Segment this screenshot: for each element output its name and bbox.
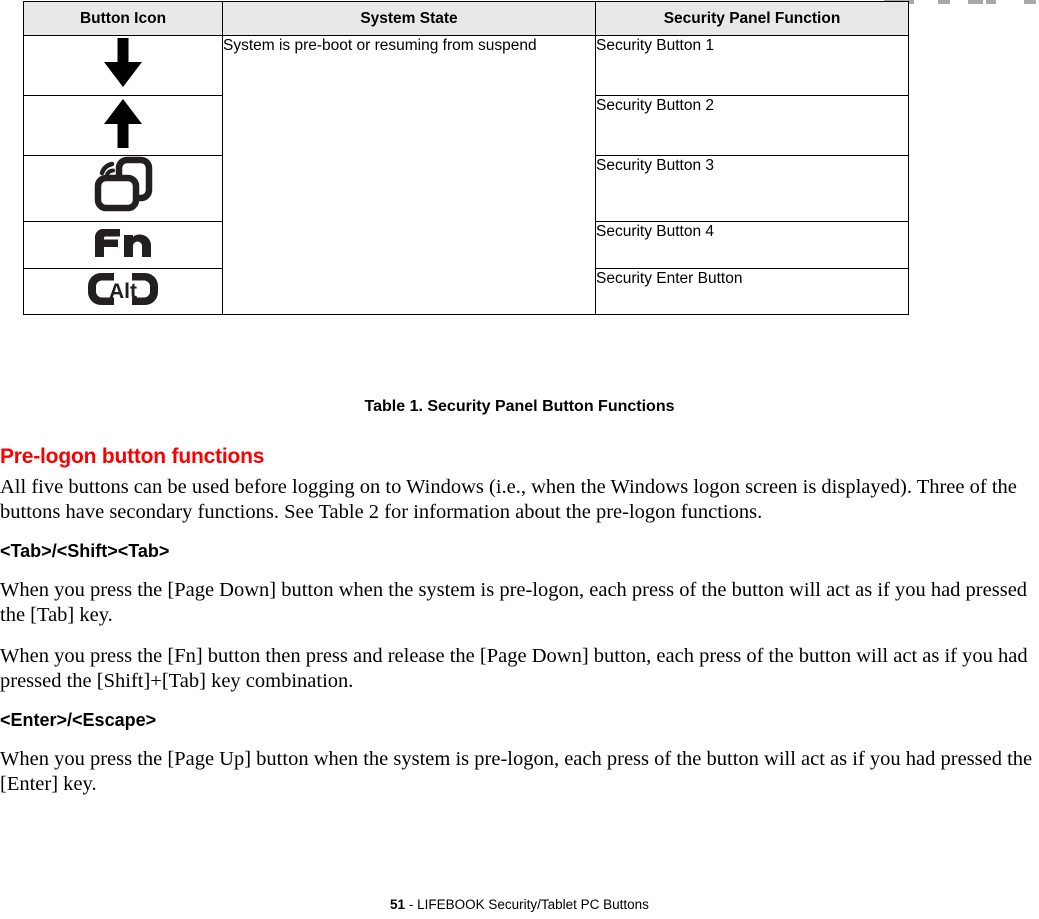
alt-key-icon: Alt	[84, 269, 162, 309]
subheading-enter-escape: <Enter>/<Escape>	[0, 710, 157, 730]
article-body: Pre-logon button functions All five butt…	[0, 445, 1039, 813]
fn-key-icon	[90, 222, 156, 262]
column-header-button-icon: Button Icon	[23, 1, 223, 36]
security-panel-function-cell: Security Button 3	[595, 155, 909, 222]
security-panel-button-functions-table: Button Icon System State Security Panel …	[23, 1, 909, 315]
button-icon-cell	[23, 35, 223, 96]
table-row: System is pre-boot or resuming from susp…	[23, 35, 909, 315]
security-panel-function-cell: Security Button 4	[595, 221, 909, 269]
table-caption: Table 1. Security Panel Button Functions	[364, 398, 675, 415]
button-icon-cell	[23, 221, 223, 269]
document-page: Button Icon System State Security Panel …	[0, 0, 1039, 919]
bleed-mark	[1024, 0, 1036, 4]
bleed-mark	[938, 0, 950, 4]
arrow-down-icon	[100, 36, 146, 90]
security-panel-function-cell: Security Button 2	[595, 95, 909, 156]
system-state-cell: System is pre-boot or resuming from susp…	[222, 35, 596, 315]
bleed-mark	[968, 0, 983, 4]
screen-rotation-icon	[92, 156, 154, 212]
paragraph-fn-page-down-shift-tab: When you press the [Fn] button then pres…	[0, 645, 1028, 692]
footer-separator: -	[405, 897, 418, 912]
page-footer: 51 - LIFEBOOK Security/Tablet PC Buttons	[0, 897, 1039, 912]
button-icon-cell	[23, 155, 223, 222]
svg-text:Alt: Alt	[109, 280, 137, 303]
arrow-up-icon	[100, 96, 146, 150]
security-panel-function-cell: Security Enter Button	[595, 268, 909, 315]
footer-title: LIFEBOOK Security/Tablet PC Buttons	[417, 897, 649, 912]
subheading-tab-shift-tab: <Tab>/<Shift><Tab>	[0, 541, 170, 561]
button-icon-cell	[23, 95, 223, 156]
footer-page-number: 51	[390, 897, 406, 912]
column-header-security-panel-function: Security Panel Function	[595, 1, 909, 36]
intro-paragraph: All five buttons can be used before logg…	[0, 476, 1017, 523]
bleed-mark	[986, 0, 996, 4]
security-panel-function-cell: Security Button 1	[595, 35, 909, 96]
button-icon-cell: Alt	[23, 268, 223, 315]
section-heading-pre-logon-button-functions: Pre-logon button functions	[0, 445, 265, 468]
column-header-system-state: System State	[222, 1, 596, 36]
paragraph-page-down-tab: When you press the [Page Down] button wh…	[0, 579, 1028, 626]
paragraph-page-up-enter: When you press the [Page Up] button when…	[0, 748, 1033, 795]
table-header-row: Button Icon System State Security Panel …	[23, 1, 909, 36]
